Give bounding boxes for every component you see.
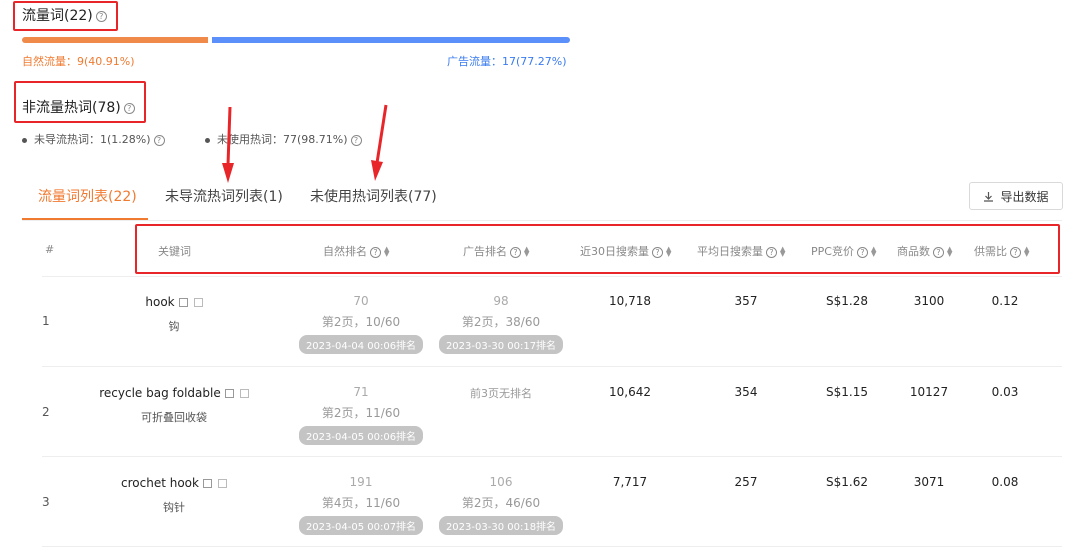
organic-traffic-bar <box>22 37 208 43</box>
tab-unused-hot-words[interactable]: 未使用热词列表(77) <box>310 186 437 206</box>
organic-rank-cell: 191 第4页，11/60 2023-04-05 00:07排名 <box>291 475 431 535</box>
row-divider <box>42 366 1062 367</box>
annotation-arrow-icon <box>371 104 388 181</box>
row-index: 3 <box>42 495 50 509</box>
daily-search-value: 354 <box>734 385 758 399</box>
highlight-box <box>135 224 1060 274</box>
row-divider <box>42 546 1062 547</box>
organic-rank-cell: 71 第2页，11/60 2023-04-05 00:06排名 <box>291 385 431 445</box>
bullet-icon <box>22 137 27 143</box>
unguided-hot-words-stat: 未导流热词：1(1.28%)? <box>22 131 165 147</box>
keyword-cell: crochet hook <box>74 476 274 490</box>
ad-rank-cell: 98 第2页，38/60 2023-03-30 00:17排名 <box>431 294 571 354</box>
row-index: 2 <box>42 405 50 419</box>
external-link-icon[interactable] <box>224 389 234 398</box>
bullet-icon <box>205 137 210 143</box>
search-30d-value: 10,718 <box>609 294 651 308</box>
copy-icon[interactable] <box>217 479 227 488</box>
col-header-index: # <box>45 243 55 256</box>
external-link-icon[interactable] <box>202 479 212 488</box>
ad-rank-page: 第2页，38/60 <box>461 315 541 329</box>
organic-rank-value: 191 <box>349 475 373 489</box>
daily-search-value: 357 <box>734 294 758 308</box>
tab-traffic-words[interactable]: 流量词列表(22) <box>38 186 137 206</box>
ad-rank-value: 98 <box>493 294 509 308</box>
highlight-box <box>14 81 146 123</box>
stat-unguided-text: 未导流热词：1(1.28%) <box>34 133 151 146</box>
ppc-value: S$1.15 <box>826 385 868 399</box>
organic-rank-time-badge: 2023-04-04 00:06排名 <box>298 335 424 354</box>
ad-rank-time-badge: 2023-03-30 00:17排名 <box>438 335 564 354</box>
highlight-box <box>13 1 118 31</box>
supply-demand-value: 0.03 <box>991 385 1019 399</box>
download-icon <box>984 191 994 202</box>
organic-rank-value: 70 <box>353 294 369 308</box>
help-icon[interactable]: ? <box>350 134 362 146</box>
ppc-value: S$1.62 <box>826 475 868 489</box>
ad-traffic-label: 广告流量：17(77.27%) <box>447 55 567 68</box>
keyword-cell: recycle bag foldable <box>74 386 274 400</box>
search-30d-value: 7,717 <box>612 475 648 489</box>
row-divider <box>42 276 1062 277</box>
keyword-translation: 钩 <box>168 320 180 333</box>
organic-rank-value: 71 <box>353 385 369 399</box>
row-divider <box>42 456 1062 457</box>
organic-rank-page: 第4页，11/60 <box>321 496 401 510</box>
organic-rank-cell: 70 第2页，10/60 2023-04-04 00:06排名 <box>291 294 431 354</box>
search-30d-value: 10,642 <box>609 385 651 399</box>
ad-rank-value: 106 <box>489 475 513 489</box>
copy-icon[interactable] <box>239 389 249 398</box>
organic-rank-page: 第2页，11/60 <box>321 406 401 420</box>
supply-demand-value: 0.12 <box>991 294 1019 308</box>
organic-traffic-label: 自然流量：9(40.91%) <box>22 55 135 68</box>
ad-rank-cell: 106 第2页，46/60 2023-03-30 00:18排名 <box>431 475 571 535</box>
keyword-link[interactable]: crochet hook <box>121 476 199 490</box>
keyword-translation: 可折叠回收袋 <box>141 411 207 424</box>
keyword-link[interactable]: hook <box>145 295 174 309</box>
active-tab-indicator <box>22 218 148 220</box>
supply-demand-value: 0.08 <box>991 475 1019 489</box>
ad-rank-page: 第2页，46/60 <box>461 496 541 510</box>
keyword-translation: 钩针 <box>163 501 185 514</box>
keyword-link[interactable]: recycle bag foldable <box>99 386 221 400</box>
organic-rank-time-badge: 2023-04-05 00:06排名 <box>298 426 424 445</box>
export-data-button[interactable]: 导出数据 <box>969 182 1063 210</box>
copy-icon[interactable] <box>193 298 203 307</box>
organic-rank-time-badge: 2023-04-05 00:07排名 <box>298 516 424 535</box>
row-index: 1 <box>42 314 50 328</box>
ad-traffic-bar <box>212 37 570 43</box>
daily-search-value: 257 <box>734 475 758 489</box>
tab-unguided-hot-words[interactable]: 未导流热词列表(1) <box>165 186 283 206</box>
ad-rank-cell: 前3页无排名 <box>431 385 571 401</box>
external-link-icon[interactable] <box>178 298 188 307</box>
ppc-value: S$1.28 <box>826 294 868 308</box>
keyword-cell: hook <box>74 295 274 309</box>
export-data-label: 导出数据 <box>1000 189 1049 204</box>
ad-rank-none: 前3页无排名 <box>470 387 532 400</box>
organic-rank-page: 第2页，10/60 <box>321 315 401 329</box>
ad-rank-time-badge: 2023-03-30 00:18排名 <box>438 516 564 535</box>
tabs-divider <box>22 220 1062 221</box>
help-icon[interactable]: ? <box>153 134 165 146</box>
annotation-arrow-icon <box>222 106 234 183</box>
